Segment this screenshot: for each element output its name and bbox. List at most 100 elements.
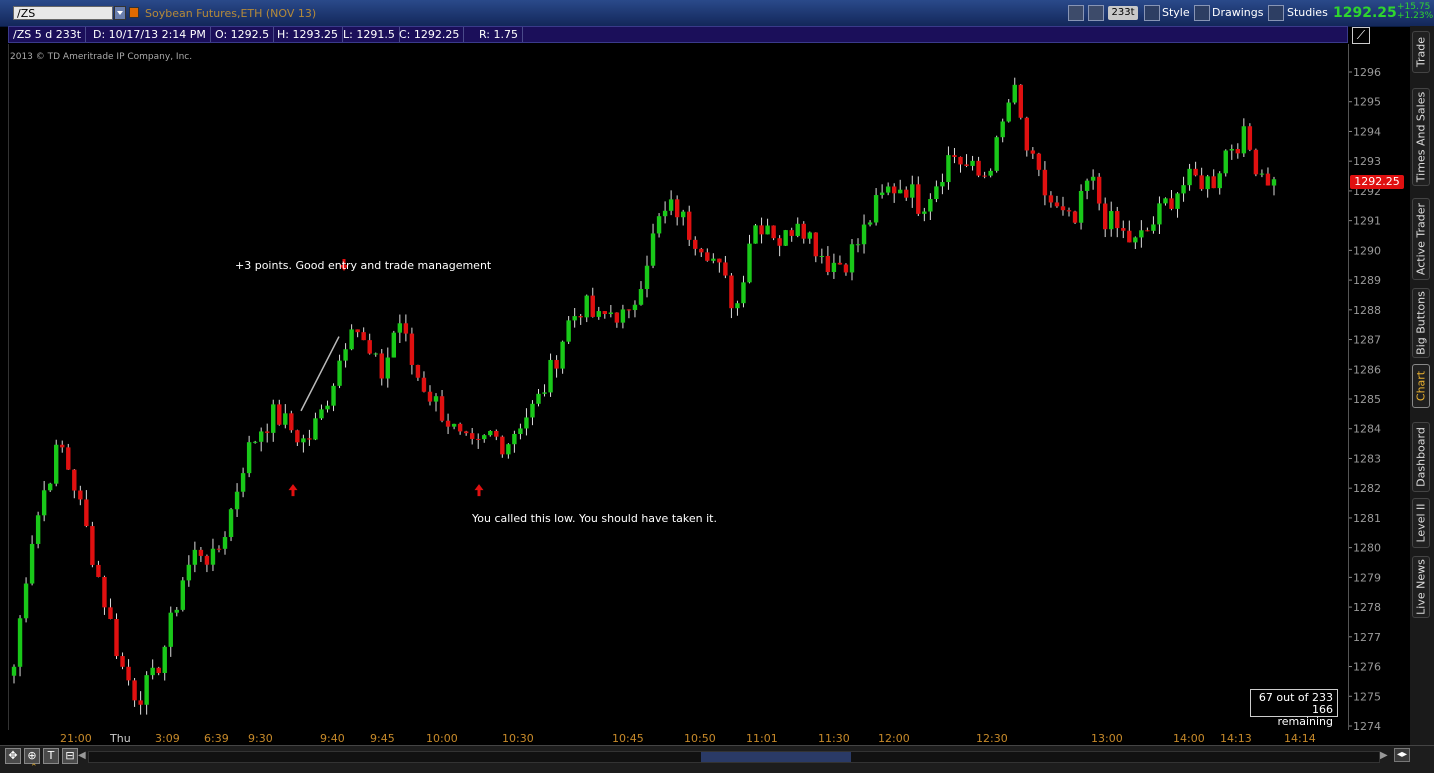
tab-dashboard[interactable]: Dashboard bbox=[1412, 422, 1430, 492]
candle-up bbox=[650, 233, 656, 266]
candle-up bbox=[252, 441, 258, 443]
crosshair-icon[interactable] bbox=[1068, 5, 1084, 21]
symbol-link-icon[interactable] bbox=[129, 7, 139, 18]
candle-down bbox=[457, 423, 463, 432]
chart-area[interactable] bbox=[8, 44, 1349, 730]
symbol-dropdown-button[interactable] bbox=[114, 6, 126, 20]
candle-up bbox=[783, 230, 788, 246]
candle-up bbox=[385, 357, 390, 379]
pan-icon[interactable]: ✥ bbox=[5, 748, 21, 764]
studies-button[interactable]: Studies bbox=[1287, 5, 1328, 21]
style-button[interactable]: Style bbox=[1162, 5, 1190, 21]
tab-active-trader[interactable]: Active Trader bbox=[1412, 198, 1430, 280]
candle-up bbox=[861, 224, 867, 245]
candle-down bbox=[72, 469, 77, 491]
arrow-up-icon[interactable] bbox=[288, 484, 298, 497]
bottom-toolbar: ✥ ⊕ T ⊟ ◀ ▶ ◂▸ ⌃ bbox=[0, 745, 1434, 773]
candle-up bbox=[711, 258, 716, 261]
candle-down bbox=[717, 258, 722, 263]
wrench-icon[interactable] bbox=[1088, 5, 1104, 21]
symbol-period: /ZS 5 d 233t bbox=[9, 27, 87, 42]
candle-up bbox=[283, 413, 288, 425]
candle-down bbox=[1235, 149, 1241, 154]
candle-down bbox=[289, 413, 294, 431]
candle-up bbox=[662, 210, 668, 217]
scroll-right-icon[interactable]: ▶ bbox=[1380, 750, 1388, 761]
time-tick-label: 10:00 bbox=[426, 732, 458, 745]
expand-icon[interactable]: ◂▸ bbox=[1394, 748, 1410, 762]
candle-up bbox=[17, 618, 23, 667]
candle-up bbox=[162, 646, 167, 673]
drawings-button[interactable]: Drawings bbox=[1212, 5, 1263, 21]
candle-down bbox=[590, 295, 595, 317]
candle-down bbox=[801, 223, 806, 239]
candle-up bbox=[1175, 193, 1180, 209]
candle-down bbox=[445, 420, 451, 427]
price-tick-label: 1286 bbox=[1353, 363, 1381, 376]
time-scrollbar[interactable] bbox=[88, 751, 1380, 763]
candle-up bbox=[331, 385, 336, 406]
candle-up bbox=[391, 332, 397, 358]
candle-up bbox=[632, 304, 638, 311]
pencil-icon[interactable] bbox=[1194, 5, 1210, 21]
candle-down bbox=[614, 312, 620, 323]
price-axis[interactable]: 1296 1295 1294 1293 1292 1291 1290 1289 1288 1287… bbox=[1348, 44, 1407, 733]
tab-level-ii[interactable]: Level II bbox=[1412, 498, 1430, 548]
current-price-tag: 1292.25 bbox=[1350, 175, 1404, 189]
price-tick-label: 1283 bbox=[1353, 452, 1381, 465]
zoom-out-icon[interactable]: ⊟ bbox=[62, 748, 78, 764]
candle-up bbox=[795, 223, 800, 236]
cursor-icon[interactable]: T bbox=[43, 748, 59, 764]
candle-down bbox=[307, 438, 312, 440]
candle-down bbox=[1024, 117, 1030, 151]
candle-up bbox=[934, 186, 939, 200]
zoom-in-icon[interactable]: ⊕ bbox=[24, 748, 40, 764]
candle-up bbox=[928, 199, 933, 212]
scroll-left-icon[interactable]: ◀ bbox=[78, 750, 86, 761]
price-tick-label: 1284 bbox=[1353, 423, 1381, 436]
candle-up bbox=[680, 211, 686, 218]
scrollbar-thumb[interactable] bbox=[701, 752, 851, 762]
price-chart[interactable] bbox=[9, 44, 1349, 730]
price-tick-label: 1278 bbox=[1353, 601, 1381, 614]
tab-chart[interactable]: Chart bbox=[1412, 364, 1430, 408]
tab-live-news[interactable]: Live News bbox=[1412, 556, 1430, 618]
candle-up bbox=[1078, 190, 1084, 223]
price-tick-label: 1279 bbox=[1353, 571, 1381, 584]
studies-icon[interactable] bbox=[1268, 5, 1284, 21]
candle-down bbox=[277, 404, 282, 425]
tab-trade[interactable]: Trade bbox=[1412, 31, 1430, 73]
arrow-up-icon[interactable] bbox=[474, 484, 484, 497]
price-tick-label: 1285 bbox=[1353, 393, 1381, 406]
chart-settings-icon[interactable]: ⟋ bbox=[1352, 27, 1370, 44]
candle-down bbox=[138, 700, 143, 705]
candle-up bbox=[518, 428, 523, 434]
candle-down bbox=[1247, 126, 1253, 150]
candle-down bbox=[1127, 230, 1132, 243]
candle-up bbox=[596, 311, 601, 317]
candle-down bbox=[500, 436, 505, 455]
symbol-input[interactable]: /ZS bbox=[13, 6, 113, 20]
aggregation-badge[interactable]: 233t bbox=[1108, 6, 1138, 20]
candle-up bbox=[1217, 173, 1222, 189]
candle-up bbox=[536, 393, 541, 404]
candle-up bbox=[855, 244, 861, 246]
candle-down bbox=[1145, 230, 1150, 232]
net-change: +15.75 +1.23% bbox=[1397, 3, 1434, 21]
price-tick-label: 1293 bbox=[1353, 155, 1381, 168]
candle-up bbox=[1259, 173, 1265, 175]
candle-down bbox=[1169, 198, 1174, 209]
tab-times-and-sales[interactable]: Times And Sales bbox=[1412, 88, 1430, 186]
candle-down bbox=[813, 232, 819, 257]
candle-down bbox=[602, 311, 608, 315]
price-tick-label: 1289 bbox=[1353, 274, 1381, 287]
net-change-percent: +1.23% bbox=[1397, 11, 1434, 21]
candle-up bbox=[144, 675, 149, 705]
tab-big-buttons[interactable]: Big Buttons bbox=[1412, 288, 1430, 358]
candle-down bbox=[126, 666, 131, 681]
style-icon[interactable] bbox=[1144, 5, 1160, 21]
candle-up bbox=[29, 543, 35, 584]
candle-up bbox=[1133, 237, 1138, 243]
price-tick-label: 1274 bbox=[1353, 720, 1381, 730]
bars-remaining-box: 67 out of 233 166 remaining bbox=[1250, 689, 1338, 728]
